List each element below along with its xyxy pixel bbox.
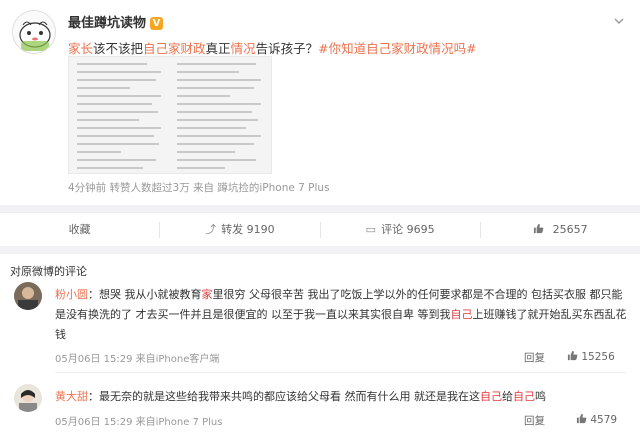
post-text-segment: 情况 (230, 41, 256, 56)
comment-segment: ：最无奈的就是这些给我带来共鸣的都应该给父母看 然而有什么用 就还是我在这 (88, 390, 480, 403)
thumbs-up-icon (567, 350, 578, 363)
post-text-segment: 真正 (205, 41, 231, 56)
post-text-segment: 该不该把 (93, 41, 144, 56)
repost-icon: ⤴ (205, 222, 217, 236)
comment-segment: 家 (201, 288, 213, 301)
comment-segment: 给 (502, 390, 513, 403)
thumbnail-text-column (177, 63, 265, 169)
post-text-segment: 告诉孩子？ (255, 41, 319, 56)
comment-meta: 05月06日 15:29 来自iPhone 7 Plus (55, 417, 223, 428)
comment-meta: 05月06日 15:29 来自iPhone客户端 (55, 354, 220, 365)
post-meta: 4分钟前 转赞人数超过3万 来自 蹲坑捡的iPhone 7 Plus (68, 182, 330, 194)
like-count: 25657 (552, 222, 588, 236)
comment-body: ：想哭 我从小就被教育家里很穷 父母很辛苦 我出了吃饭上学以外的任何要求都是不合… (55, 288, 627, 341)
verified-badge-icon: V (150, 17, 164, 30)
comment-label: 评论 9695 (381, 222, 435, 236)
chevron-down-icon[interactable] (612, 14, 626, 28)
comment-button[interactable]: ▭ 评论 9695 (321, 221, 481, 238)
commenter-name[interactable]: 粉小圆 (55, 288, 88, 301)
repost-label: 转发 9190 (221, 222, 275, 236)
commenter-avatar[interactable] (14, 384, 42, 412)
post-text: 家长该不该把自己家财政真正情况告诉孩子？#你知道自己家财政情况吗# (68, 38, 477, 57)
comments-header: 对原微博的评论 (10, 265, 87, 278)
comment-like-count: 4579 (590, 414, 618, 426)
comment-text: 黄大甜：最无奈的就是这些给我带来共鸣的都应该给父母看 然而有什么用 就还是我在这… (55, 387, 627, 407)
post-text-segment[interactable]: #你知道自己家财政情况吗# (318, 41, 476, 56)
comment-body: ：最无奈的就是这些给我带来共鸣的都应该给父母看 然而有什么用 就还是我在这自己给… (88, 390, 546, 403)
author-avatar[interactable] (12, 10, 56, 54)
commenter-name[interactable]: 黄大甜 (55, 390, 88, 403)
weibo-post-card: 最佳蹲坑读物 V 家长该不该把自己家财政真正情况告诉孩子？#你知道自己家财政情况吗… (0, 0, 640, 205)
favorite-button[interactable]: 收藏 (0, 221, 161, 238)
author-name[interactable]: 最佳蹲坑读物 V (68, 12, 164, 31)
comment-segment: 鸣 (535, 390, 546, 403)
reply-button[interactable]: 回复 (524, 350, 545, 365)
comment-segment: 自己 (513, 390, 535, 403)
comment-segment: 自己 (450, 308, 473, 321)
thumbs-up-icon (533, 223, 548, 236)
thumbs-up-icon (576, 413, 587, 426)
comment-like-button[interactable]: 4579 (576, 413, 617, 426)
like-button[interactable]: 25657 (481, 222, 640, 238)
author-name-text: 最佳蹲坑读物 (68, 16, 147, 31)
comment-segment: 自己 (480, 390, 502, 403)
favorite-label: 收藏 (68, 222, 91, 236)
comments-section: 对原微博的评论 粉小圆：想哭 我从小就被教育家里很穷 父母很辛苦 我出了吃饭上学… (0, 254, 640, 443)
comment-icon: ▭ (365, 222, 377, 236)
post-text-segment: 家长 (68, 41, 94, 56)
reply-button[interactable]: 回复 (524, 413, 545, 428)
comment-text: 粉小圆：想哭 我从小就被教育家里很穷 父母很辛苦 我出了吃饭上学以外的任何要求都… (55, 285, 627, 345)
comment-like-button[interactable]: 15256 (567, 350, 615, 363)
thumbnail-text-column (77, 63, 165, 169)
repost-button[interactable]: ⤴ 转发 9190 (160, 221, 321, 238)
post-image-thumbnail[interactable] (68, 56, 272, 174)
post-text-segment: 自己家财政 (143, 41, 206, 56)
comment-divider (55, 372, 627, 373)
commenter-avatar[interactable] (14, 282, 42, 310)
comment-segment: ：想哭 我从小就被教育 (88, 288, 202, 301)
action-bar: 收藏 ⤴ 转发 9190 ▭ 评论 9695 25657 (0, 212, 640, 246)
comment-like-count: 15256 (581, 351, 615, 363)
